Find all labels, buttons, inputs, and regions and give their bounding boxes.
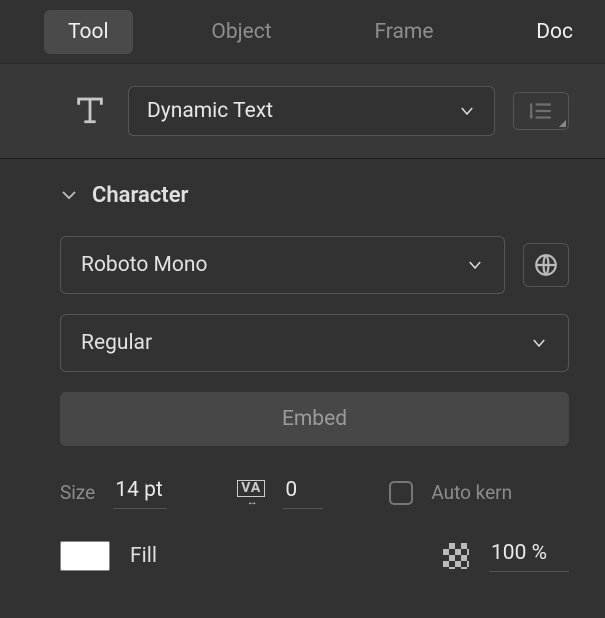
chevron-down-icon [466, 256, 484, 274]
tab-doc[interactable]: Doc [512, 10, 597, 54]
fill-color-swatch[interactable] [60, 541, 110, 571]
text-type-value: Dynamic Text [147, 99, 273, 123]
tracking-input[interactable]: 0 [283, 476, 323, 509]
tracking-icon: VA ↔ [237, 480, 265, 506]
opacity-icon [443, 543, 469, 569]
fill-label: Fill [130, 544, 157, 568]
web-fonts-button[interactable] [523, 243, 569, 287]
section-title: Character [92, 183, 188, 208]
font-style-select[interactable]: Regular [60, 314, 569, 372]
tab-strip: Tool Object Frame Doc [0, 0, 605, 64]
fill-opacity-input[interactable]: 100 % [489, 539, 569, 572]
font-family-select[interactable]: Roboto Mono [60, 236, 505, 294]
chevron-down-icon [60, 183, 78, 208]
size-label: Size [60, 481, 95, 504]
character-section-toggle[interactable]: Character [60, 183, 569, 208]
expand-corner-icon [559, 120, 566, 127]
chevron-down-icon [530, 334, 548, 352]
text-tool-icon [70, 92, 110, 131]
tab-frame[interactable]: Frame [350, 10, 457, 54]
tab-object[interactable]: Object [187, 10, 295, 54]
chevron-down-icon [458, 102, 476, 120]
text-tool-row: Dynamic Text [0, 64, 605, 159]
font-family-value: Roboto Mono [81, 253, 207, 277]
embed-button[interactable]: Embed [60, 392, 569, 446]
font-style-value: Regular [81, 331, 152, 355]
type-metrics-row: Size 14 pt VA ↔ 0 Auto kern [60, 476, 569, 509]
character-panel: Character Roboto Mono Regular Embed Size… [0, 159, 605, 584]
text-type-select[interactable]: Dynamic Text [128, 86, 495, 136]
size-input[interactable]: 14 pt [113, 476, 167, 509]
tab-tool[interactable]: Tool [44, 10, 133, 54]
fill-row: Fill 100 % [60, 539, 569, 572]
paragraph-options-button[interactable] [513, 92, 569, 130]
autokern-checkbox[interactable] [389, 481, 413, 505]
autokern-label: Auto kern [431, 481, 512, 504]
